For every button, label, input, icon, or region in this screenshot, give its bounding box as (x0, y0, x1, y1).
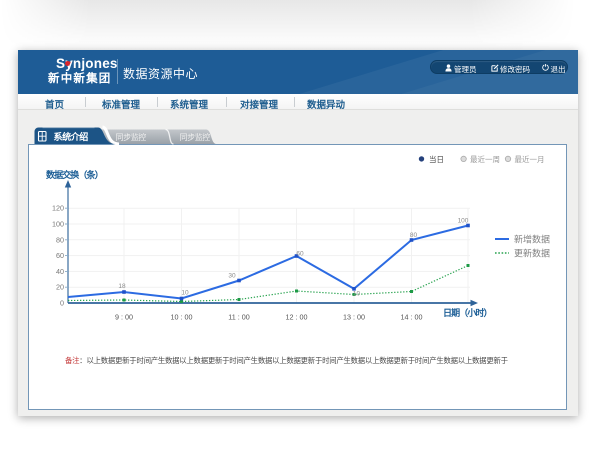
svg-text:80: 80 (410, 232, 418, 239)
svg-text:30: 30 (228, 273, 236, 280)
svg-text:更新数据: 更新数据 (514, 248, 550, 259)
svg-text:10 : 00: 10 : 00 (171, 313, 193, 322)
svg-text:当日: 当日 (429, 154, 444, 164)
svg-text:同步监控: 同步监控 (116, 132, 147, 142)
svg-text:0: 0 (60, 299, 64, 308)
svg-text:60: 60 (296, 251, 304, 258)
svg-text:10: 10 (181, 290, 189, 297)
svg-text:9 : 00: 9 : 00 (115, 313, 133, 322)
svg-text:120: 120 (52, 204, 64, 213)
svg-text:13 : 00: 13 : 00 (343, 313, 365, 322)
svg-text:最近一月: 最近一月 (515, 154, 545, 164)
svg-text:10: 10 (353, 291, 361, 298)
svg-text:20: 20 (56, 283, 64, 292)
svg-text:100: 100 (458, 218, 469, 225)
svg-text:最近一周: 最近一周 (470, 154, 500, 164)
svg-text:数据交换（条）: 数据交换（条） (46, 169, 103, 180)
svg-text:40: 40 (56, 267, 64, 276)
svg-text:12 : 00: 12 : 00 (286, 313, 308, 322)
svg-text:日期（小时）: 日期（小时） (443, 307, 492, 318)
svg-text:18: 18 (118, 283, 126, 290)
svg-text:新增数据: 新增数据 (514, 234, 550, 245)
svg-text:60: 60 (56, 251, 64, 260)
svg-text:100: 100 (52, 220, 64, 229)
svg-text:80: 80 (56, 235, 64, 244)
svg-text:系统介绍: 系统介绍 (54, 131, 89, 142)
svg-text:14 : 00: 14 : 00 (401, 313, 423, 322)
svg-text:11 : 00: 11 : 00 (228, 313, 249, 322)
svg-text:同步监控: 同步监控 (180, 132, 211, 142)
